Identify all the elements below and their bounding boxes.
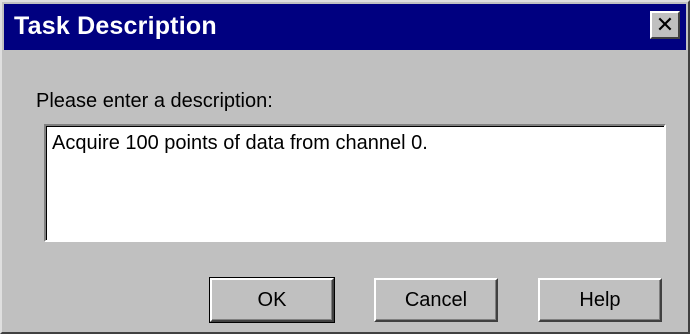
task-description-dialog: Task Description ✕ Please enter a descri… — [0, 0, 690, 334]
title-bar[interactable]: Task Description ✕ — [4, 4, 686, 50]
ok-button[interactable]: OK — [209, 277, 335, 323]
cancel-button[interactable]: Cancel — [374, 278, 498, 322]
dialog-title: Task Description — [14, 12, 217, 40]
close-button[interactable]: ✕ — [650, 11, 680, 39]
close-icon: ✕ — [655, 12, 675, 37]
description-prompt-label: Please enter a description: — [36, 90, 273, 112]
description-textarea[interactable]: Acquire 100 points of data from channel … — [44, 124, 666, 242]
help-button[interactable]: Help — [538, 278, 662, 322]
